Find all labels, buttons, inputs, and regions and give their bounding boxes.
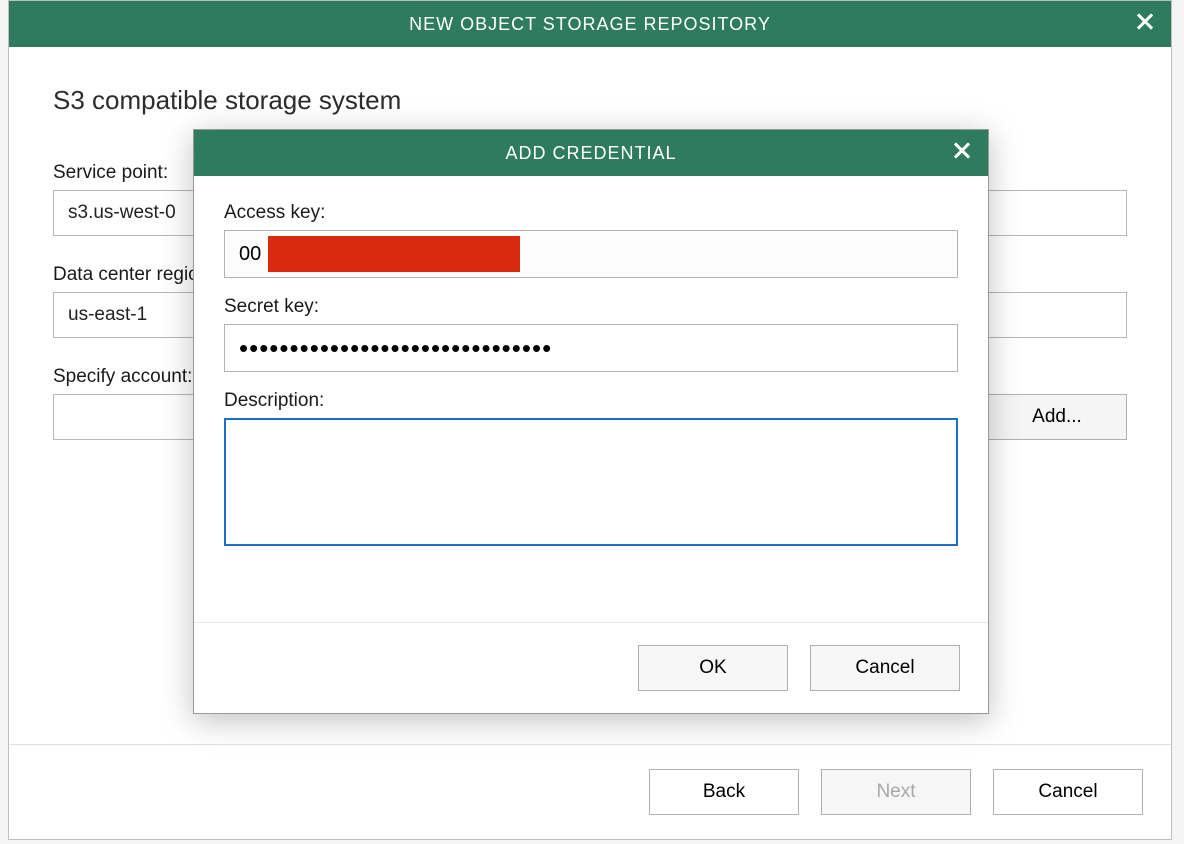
cancel-button[interactable]: Cancel: [993, 769, 1143, 815]
description-row: Description:: [224, 390, 958, 551]
ok-button[interactable]: OK: [638, 645, 788, 691]
dialog-body: Access key: Secret key: Description:: [194, 176, 988, 622]
close-icon[interactable]: [952, 141, 972, 166]
next-button: Next: [821, 769, 971, 815]
dialog-footer: OK Cancel: [194, 622, 988, 713]
access-key-label: Access key:: [224, 202, 958, 224]
cancel-button[interactable]: Cancel: [810, 645, 960, 691]
secret-key-row: Secret key:: [224, 296, 958, 372]
back-button[interactable]: Back: [649, 769, 799, 815]
add-credential-dialog: ADD CREDENTIAL Access key: Secret key: D…: [193, 129, 989, 714]
wizard-titlebar: NEW OBJECT STORAGE REPOSITORY: [9, 1, 1171, 47]
secret-key-label: Secret key:: [224, 296, 958, 318]
dialog-titlebar: ADD CREDENTIAL: [194, 130, 988, 176]
access-key-row: Access key:: [224, 202, 958, 278]
dialog-title: ADD CREDENTIAL: [505, 143, 676, 164]
description-textarea[interactable]: [224, 418, 958, 546]
add-button[interactable]: Add...: [987, 394, 1127, 440]
secret-key-input[interactable]: [224, 324, 958, 372]
wizard-title: NEW OBJECT STORAGE REPOSITORY: [409, 14, 771, 35]
description-label: Description:: [224, 390, 958, 412]
close-icon[interactable]: [1135, 12, 1155, 37]
page-heading: S3 compatible storage system: [53, 85, 1127, 116]
wizard-footer: Back Next Cancel: [9, 744, 1171, 839]
access-key-input[interactable]: [224, 230, 958, 278]
